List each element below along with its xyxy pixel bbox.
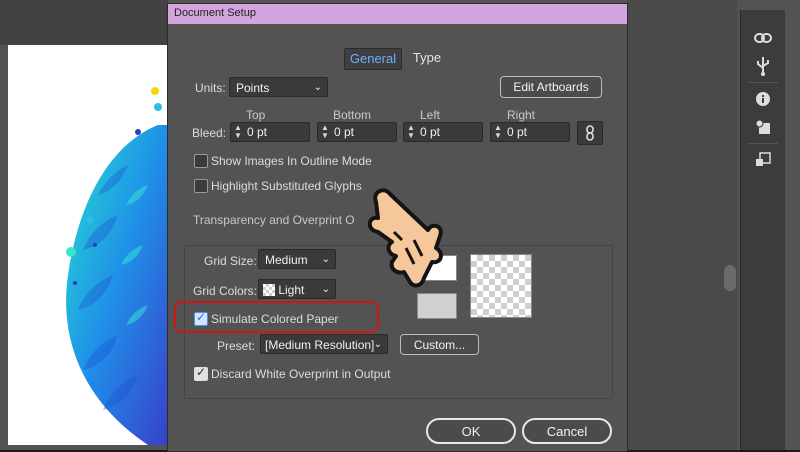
dialog-title: Document Setup xyxy=(174,7,256,19)
app-toolbar xyxy=(0,0,168,45)
graphic-styles-icon[interactable] xyxy=(741,113,785,141)
spinner-arrows-icon[interactable]: ▲ ▼ xyxy=(406,124,416,140)
link-icon[interactable] xyxy=(741,24,785,52)
discard-white-checkbox[interactable] xyxy=(194,365,208,381)
pointing-hand-icon xyxy=(367,188,443,288)
ok-button[interactable]: OK xyxy=(426,418,516,444)
bleed-top-header: Top xyxy=(246,108,266,122)
dialog-titlebar[interactable]: Document Setup xyxy=(168,4,627,24)
vertical-scrollbar-thumb[interactable] xyxy=(724,265,736,291)
units-label: Units: xyxy=(195,81,226,95)
grid-size-label: Grid Size: xyxy=(204,254,257,268)
bleed-left-input[interactable]: ▲ ▼ 0 pt xyxy=(403,122,483,142)
highlight-glyphs-label: Highlight Substituted Glyphs xyxy=(211,179,362,193)
highlight-annotation xyxy=(174,301,379,333)
preset-label: Preset: xyxy=(217,339,256,353)
bleed-right-input[interactable]: ▲ ▼ 0 pt xyxy=(490,122,570,142)
tab-type[interactable]: Type xyxy=(407,48,447,68)
highlight-glyphs-checkbox[interactable] xyxy=(194,179,208,193)
custom-button[interactable]: Custom... xyxy=(400,334,479,355)
discard-white-label: Discard White Overprint in Output xyxy=(211,367,391,381)
cancel-button[interactable]: Cancel xyxy=(522,418,612,444)
feather-illustration xyxy=(66,87,170,445)
right-panel-dock xyxy=(740,10,785,450)
spinner-arrows-icon[interactable]: ▲ ▼ xyxy=(320,124,330,140)
grid-color-swatch-bottom[interactable] xyxy=(417,293,457,319)
bleed-bottom-input[interactable]: ▲ ▼ 0 pt xyxy=(317,122,397,142)
checker-swatch-icon xyxy=(263,284,275,296)
preset-dropdown[interactable]: [Medium Resolution] ⌄ xyxy=(260,334,388,354)
grid-colors-label: Grid Colors: xyxy=(193,284,258,298)
usb-icon[interactable] xyxy=(741,52,785,80)
grid-size-dropdown[interactable]: Medium ⌄ xyxy=(258,249,336,269)
artboard-icon[interactable] xyxy=(741,146,785,174)
spinner-arrows-icon[interactable]: ▲ ▼ xyxy=(493,124,503,140)
grid-colors-dropdown[interactable]: Light ⌄ xyxy=(258,279,336,299)
info-icon[interactable] xyxy=(741,85,785,113)
bleed-right-header: Right xyxy=(507,108,536,122)
show-images-outline-checkbox[interactable] xyxy=(194,154,208,168)
tab-general[interactable]: General xyxy=(344,48,402,70)
panel-separator xyxy=(748,82,778,83)
chevron-down-icon: ⌄ xyxy=(321,284,330,295)
bleed-label: Bleed: xyxy=(192,126,227,140)
panel-separator xyxy=(748,143,778,144)
bleed-top-input[interactable]: ▲ ▼ 0 pt xyxy=(230,122,310,142)
transparency-section-title: Transparency and Overprint O xyxy=(193,213,355,227)
chevron-down-icon: ⌄ xyxy=(321,254,330,265)
chevron-down-icon: ⌄ xyxy=(313,82,322,93)
units-value: Points xyxy=(236,81,270,95)
chevron-down-icon: ⌄ xyxy=(373,339,382,350)
artboard-canvas[interactable] xyxy=(8,45,170,445)
transparency-grid-preview xyxy=(470,254,532,318)
link-bleed-button[interactable] xyxy=(577,121,603,145)
bleed-left-header: Left xyxy=(420,108,441,122)
bleed-bottom-header: Bottom xyxy=(333,108,372,122)
show-images-outline-label: Show Images In Outline Mode xyxy=(211,154,372,168)
units-dropdown[interactable]: Points ⌄ xyxy=(229,77,328,97)
edit-artboards-button[interactable]: Edit Artboards xyxy=(500,76,602,98)
canvas-gutter xyxy=(627,0,737,450)
spinner-arrows-icon[interactable]: ▲ ▼ xyxy=(233,124,243,140)
document-setup-dialog: Document Setup General Type Units: Point… xyxy=(167,3,628,452)
chain-link-icon xyxy=(586,125,594,141)
